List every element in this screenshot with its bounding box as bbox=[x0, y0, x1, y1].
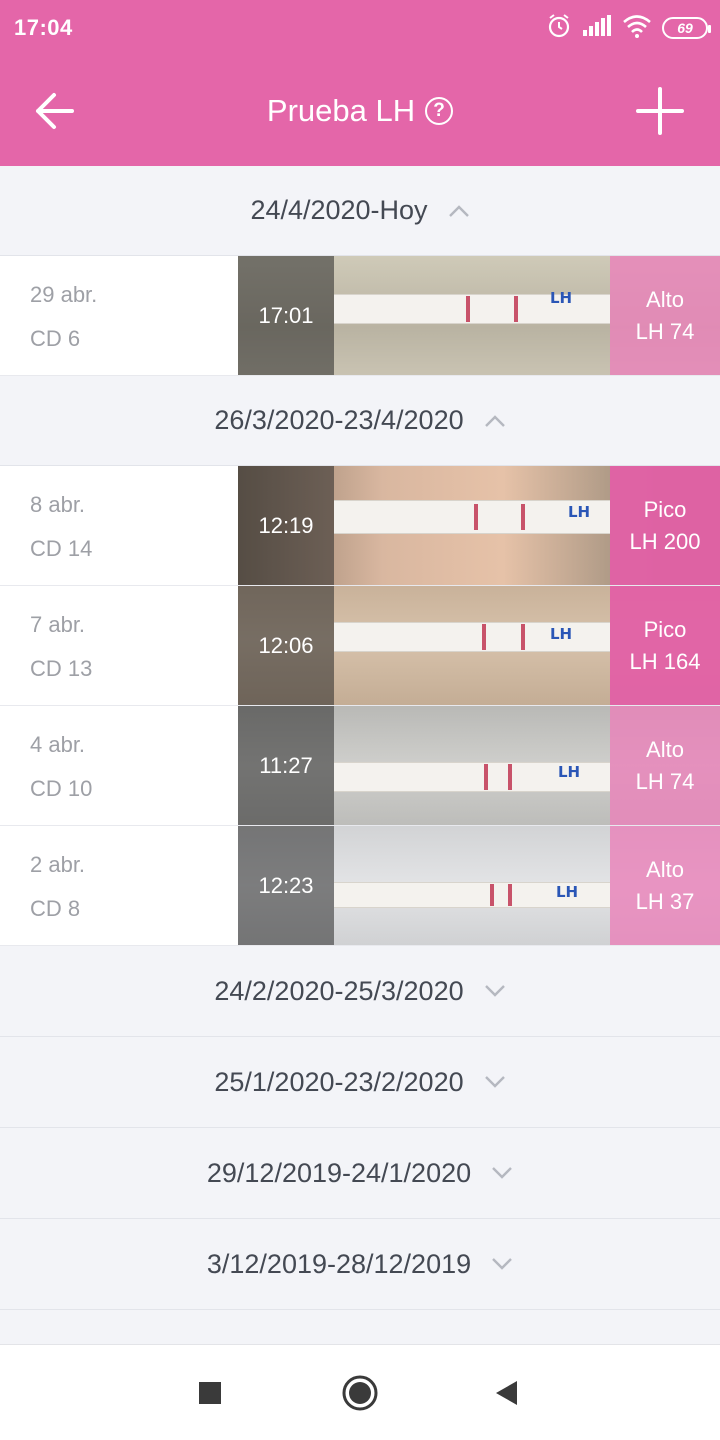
entry-time: 12:23 bbox=[258, 872, 314, 898]
recents-button[interactable] bbox=[186, 1369, 234, 1417]
toolbar: Prueba LH? bbox=[0, 56, 720, 166]
test-entry[interactable]: 4 abr. CD 10 LH 11:27 Alto LH 74 bbox=[0, 706, 720, 826]
status-icons: 69 bbox=[546, 13, 711, 44]
entry-cycle-day: CD 6 bbox=[30, 326, 81, 351]
group-range: 24/2/2020-25/3/2020 bbox=[214, 975, 464, 1006]
entry-cycle-day: CD 8 bbox=[30, 896, 81, 921]
alarm-icon bbox=[546, 13, 572, 44]
question-circle-icon[interactable]: ? bbox=[425, 96, 454, 125]
group-header[interactable]: 25/1/2020-23/2/2020 bbox=[0, 1037, 720, 1128]
battery-icon: 69 bbox=[662, 17, 711, 39]
group-range: 26/3/2020-23/4/2020 bbox=[214, 405, 464, 435]
entry-date: 4 abr. bbox=[30, 732, 86, 757]
lh-level: Pico bbox=[643, 616, 687, 642]
entry-date: 29 abr. bbox=[30, 282, 98, 307]
group-range: 3/12/2019-28/12/2019 bbox=[206, 1248, 472, 1279]
app-header-area: 17:04 69 Prueba LH? bbox=[0, 0, 720, 166]
strip-lh-marking: LH bbox=[558, 763, 581, 781]
group-header[interactable]: 24/2/2020-25/3/2020 bbox=[0, 946, 720, 1037]
group-range: 24/4/2020-Hoy bbox=[250, 195, 428, 225]
group-range: 29/12/2019-24/1/2020 bbox=[206, 1157, 472, 1188]
lh-level: Alto bbox=[646, 856, 684, 882]
circle-icon bbox=[342, 1375, 378, 1411]
plus-icon bbox=[636, 87, 684, 135]
lh-status: Alto LH 37 bbox=[610, 826, 720, 945]
lh-status: Alto LH 74 bbox=[610, 706, 720, 825]
entry-cycle-day: CD 13 bbox=[30, 656, 93, 681]
page-title-text: Prueba LH bbox=[266, 92, 416, 128]
lh-value: LH 164 bbox=[629, 648, 701, 674]
group-header[interactable]: 26/3/2020-23/4/2020 bbox=[0, 376, 720, 466]
chevron-down-icon bbox=[491, 1257, 513, 1271]
wifi-icon bbox=[622, 14, 652, 43]
strip-lh-marking: LH bbox=[550, 289, 573, 307]
entry-time: 11:27 bbox=[259, 752, 313, 778]
test-entry[interactable]: 29 abr. CD 6 LH 17:01 Alto LH 74 bbox=[0, 256, 720, 376]
nav-back-button[interactable] bbox=[482, 1369, 530, 1417]
entry-date: 7 abr. bbox=[30, 612, 86, 637]
test-entry[interactable]: 7 abr. CD 13 LH 12:06 Pico LH 164 bbox=[0, 586, 720, 706]
entry-time: 12:19 bbox=[258, 512, 314, 538]
add-test-button[interactable] bbox=[630, 81, 690, 141]
status-time: 17:04 bbox=[14, 15, 73, 40]
entry-date: 8 abr. bbox=[30, 492, 86, 517]
test-strip-photo: LH 17:01 Alto LH 74 bbox=[238, 256, 720, 375]
group-range: 25/1/2020-23/2/2020 bbox=[214, 1066, 464, 1097]
entry-cycle-day: CD 10 bbox=[30, 776, 93, 801]
lh-value: LH 74 bbox=[635, 318, 695, 344]
group-header[interactable]: 24/4/2020-Hoy bbox=[0, 166, 720, 256]
group-header[interactable]: 29/12/2019-24/1/2020 bbox=[0, 1128, 720, 1219]
entry-time: 12:06 bbox=[258, 632, 314, 658]
lh-value: LH 74 bbox=[635, 768, 695, 794]
triangle-left-icon bbox=[496, 1381, 517, 1405]
test-strip-photo: LH 12:23 Alto LH 37 bbox=[238, 826, 720, 945]
status-bar: 17:04 69 bbox=[0, 0, 720, 56]
group-header[interactable]: 3/12/2019-28/12/2019 bbox=[0, 1219, 720, 1310]
lh-value: LH 37 bbox=[635, 888, 695, 914]
lh-status: Pico LH 200 bbox=[610, 466, 720, 585]
system-nav-bar bbox=[0, 1344, 720, 1440]
entry-date: 2 abr. bbox=[30, 852, 86, 877]
signal-icon bbox=[582, 14, 612, 42]
home-button[interactable] bbox=[336, 1369, 384, 1417]
chevron-up-icon bbox=[448, 204, 470, 218]
test-strip-photo: LH 11:27 Alto LH 74 bbox=[238, 706, 720, 825]
test-strip-photo: LH 12:06 Pico LH 164 bbox=[238, 586, 720, 705]
strip-lh-marking: LH bbox=[556, 883, 579, 901]
lh-level: Pico bbox=[643, 496, 687, 522]
test-strip-photo: LH 12:19 Pico LH 200 bbox=[238, 466, 720, 585]
lh-status: Pico LH 164 bbox=[610, 586, 720, 705]
strip-lh-marking: LH bbox=[550, 625, 573, 643]
chevron-down-icon bbox=[484, 984, 506, 998]
test-entry[interactable]: 2 abr. CD 8 LH 12:23 Alto LH 37 bbox=[0, 826, 720, 946]
lh-value: LH 200 bbox=[629, 528, 701, 554]
test-list: 24/4/2020-Hoy 29 abr. CD 6 LH 17:01 Alto… bbox=[0, 166, 720, 1310]
entry-time: 17:01 bbox=[258, 302, 314, 328]
strip-lh-marking: LH bbox=[568, 503, 591, 521]
entry-cycle-day: CD 14 bbox=[30, 536, 93, 561]
lh-level: Alto bbox=[646, 736, 684, 762]
page-title: Prueba LH? bbox=[0, 91, 720, 129]
chevron-down-icon bbox=[491, 1166, 513, 1180]
square-icon bbox=[199, 1382, 221, 1404]
lh-status: Alto LH 74 bbox=[610, 256, 720, 375]
chevron-down-icon bbox=[484, 1075, 506, 1089]
test-entry[interactable]: 8 abr. CD 14 LH 12:19 Pico LH 200 bbox=[0, 466, 720, 586]
lh-level: Alto bbox=[646, 286, 684, 312]
chevron-up-icon bbox=[484, 414, 506, 428]
